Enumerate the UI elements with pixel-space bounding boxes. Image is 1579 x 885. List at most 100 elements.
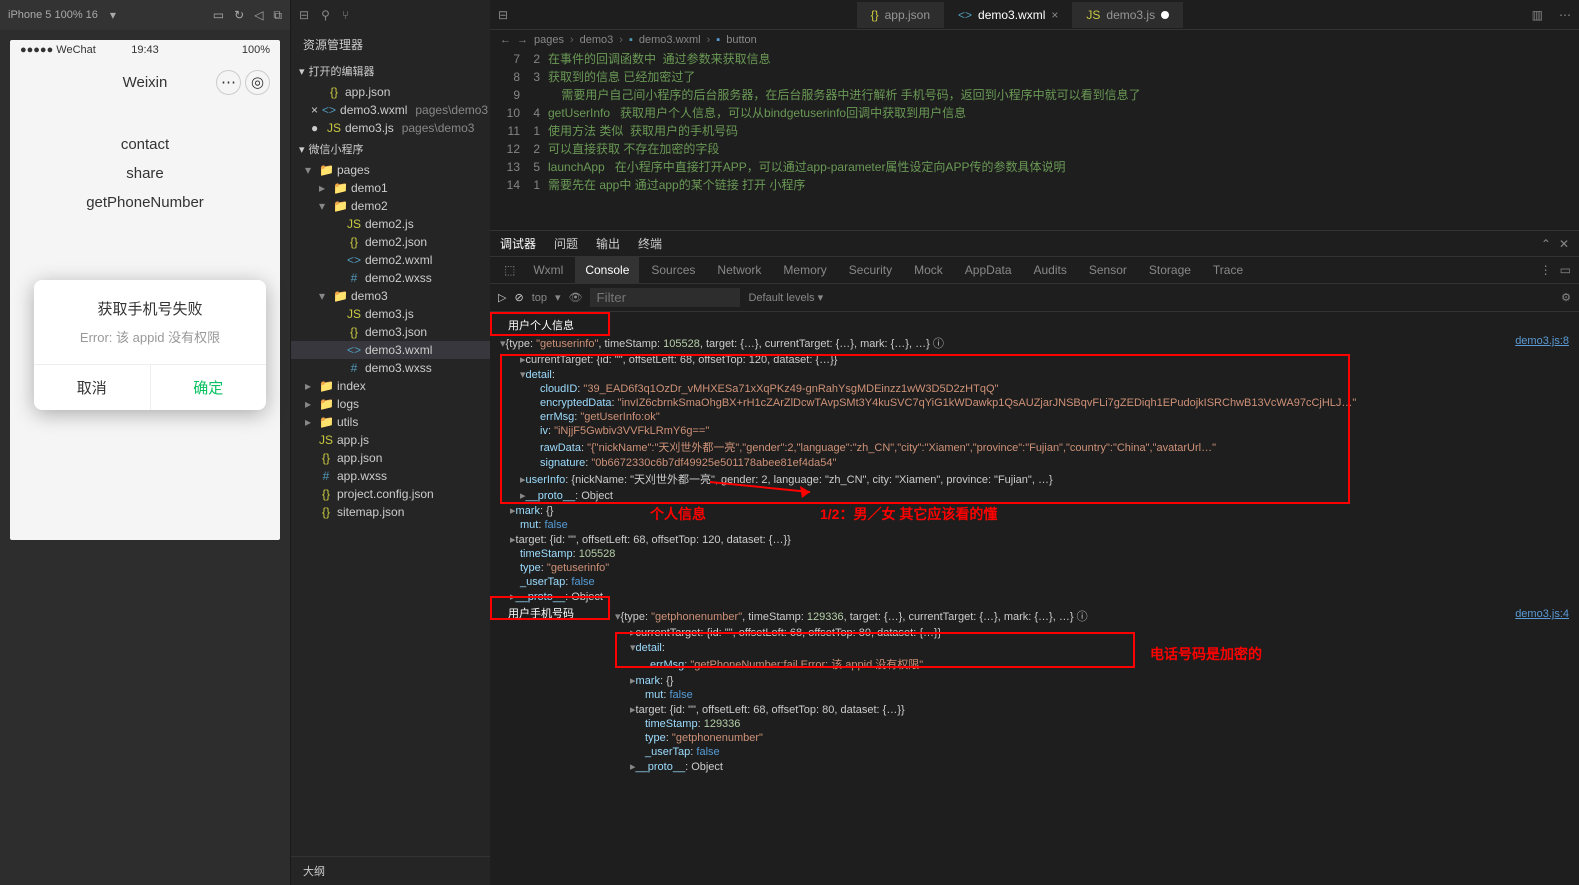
gear-icon[interactable]: ⚙ (1561, 291, 1571, 304)
open-editor-item[interactable]: {}app.json (291, 83, 490, 101)
editor-tab[interactable]: JSdemo3.js (1072, 2, 1183, 28)
editor-panel: ⊟ {}app.json<>demo3.wxml×JSdemo3.js ▥ ⋯ … (490, 0, 1579, 885)
error-modal: 获取手机号失败 Error: 该 appid 没有权限 取消 确定 (34, 280, 266, 410)
ok-button[interactable]: 确定 (151, 365, 267, 410)
branch-icon[interactable]: ⑂ (342, 8, 349, 22)
chevron-down-icon[interactable]: ▾ (110, 8, 116, 22)
tree-item[interactable]: <>demo3.wxml (291, 341, 490, 359)
collapse-icon[interactable]: ⊟ (299, 8, 309, 22)
sim-toolbar: iPhone 5 100% 16 ▾ ▭ ↻ ◁ ⧉ (0, 0, 290, 30)
share-button[interactable]: share (10, 165, 280, 182)
tab-debugger[interactable]: 调试器 (500, 235, 536, 252)
tree-item[interactable]: <>demo2.wxml (291, 251, 490, 269)
tree-item[interactable]: JSapp.js (291, 431, 490, 449)
log-label-userinfo: 用户个人信息 (490, 316, 1579, 334)
tree-item[interactable]: {}app.json (291, 449, 490, 467)
devtools-tab-trace[interactable]: Trace (1203, 257, 1253, 283)
play-icon[interactable]: ▷ (498, 291, 506, 304)
tab-output[interactable]: 输出 (596, 235, 620, 252)
chevron-up-icon[interactable]: ⌃ (1541, 237, 1551, 251)
tree-item[interactable]: ▸📁utils (291, 413, 490, 431)
modal-message: Error: 该 appid 没有权限 (34, 327, 266, 364)
battery-label: 100% (242, 44, 270, 56)
editor-menu-icon[interactable]: ⊟ (490, 8, 516, 22)
devtools-tab-storage[interactable]: Storage (1139, 257, 1201, 283)
open-editor-item[interactable]: ●JSdemo3.jspages\demo3 (291, 119, 490, 137)
nav-back-icon[interactable]: ← (500, 34, 511, 46)
inspect-icon[interactable]: ⬚ (498, 263, 521, 277)
tree-item[interactable]: {}project.config.json (291, 485, 490, 503)
time-label: 19:43 (131, 44, 159, 56)
capsule-menu-icon[interactable]: ⋯ (216, 70, 241, 95)
code-editor[interactable]: 72在事件的回调函数中 通过参数来获取信息83获取到的信息 已经加密过了9 需要… (490, 50, 1579, 230)
back-icon[interactable]: ◁ (254, 8, 263, 23)
devtools-tab-sources[interactable]: Sources (641, 257, 705, 283)
tree-item[interactable]: #demo3.wxss (291, 359, 490, 377)
rotate-icon[interactable]: ↻ (234, 8, 244, 23)
editor-tabs: {}app.json<>demo3.wxml×JSdemo3.js (857, 2, 1184, 28)
device-label[interactable]: iPhone 5 100% 16 (8, 9, 98, 21)
carrier-label: ●●●●● WeChat (20, 44, 96, 56)
filter-input[interactable] (590, 288, 740, 307)
cancel-button[interactable]: 取消 (34, 365, 151, 410)
dt-dock-icon[interactable]: ▭ (1560, 263, 1571, 277)
source-link[interactable]: demo3.js:8 (1515, 335, 1569, 347)
open-editor-item[interactable]: ×<>demo3.wxmlpages\demo3 (291, 101, 490, 119)
tree-item[interactable]: ▾📁demo2 (291, 197, 490, 215)
devtools-tab-console[interactable]: Console (575, 257, 639, 283)
eye-icon[interactable]: 👁 (569, 291, 583, 304)
split-icon[interactable]: ▥ (1524, 8, 1551, 22)
devtools-tab-sensor[interactable]: Sensor (1079, 257, 1137, 283)
tree-item[interactable]: ▸📁demo1 (291, 179, 490, 197)
tree-item[interactable]: ▸📁logs (291, 395, 490, 413)
project-section[interactable]: ▾微信小程序 (291, 137, 490, 161)
simulator-panel: iPhone 5 100% 16 ▾ ▭ ↻ ◁ ⧉ ●●●●● WeChat … (0, 0, 290, 885)
explorer-title: 资源管理器 (291, 30, 490, 59)
devtools-tabs: ⬚ WxmlConsoleSourcesNetworkMemorySecurit… (490, 257, 1579, 284)
modal-title: 获取手机号失败 (34, 280, 266, 327)
nav-fwd-icon[interactable]: → (517, 34, 528, 46)
devtools-tab-wxml[interactable]: Wxml (523, 257, 573, 283)
tree-item[interactable]: {}sitemap.json (291, 503, 490, 521)
tree-item[interactable]: ▾📁demo3 (291, 287, 490, 305)
source-link[interactable]: demo3.js:4 (1515, 608, 1569, 620)
tablet-icon[interactable]: ▭ (213, 8, 224, 23)
levels-select[interactable]: Default levels ▾ (748, 291, 823, 304)
tree-item[interactable]: {}demo3.json (291, 323, 490, 341)
getphone-button[interactable]: getPhoneNumber (10, 194, 280, 211)
tree-item[interactable]: ▾📁pages (291, 161, 490, 179)
devtools-tab-audits[interactable]: Audits (1024, 257, 1077, 283)
tree-item[interactable]: {}demo2.json (291, 233, 490, 251)
editor-tab[interactable]: {}app.json (857, 2, 944, 28)
nav-title: Weixin (123, 74, 168, 91)
dt-menu-icon[interactable]: ⋮ (1540, 263, 1552, 277)
outline-section[interactable]: 大纲 (291, 856, 490, 885)
tree-item[interactable]: JSdemo3.js (291, 305, 490, 323)
console-output[interactable]: 用户个人信息 ▾{type: "getuserinfo", timeStamp:… (490, 312, 1579, 885)
tree-item[interactable]: #app.wxss (291, 467, 490, 485)
file-tree: ▾📁pages▸📁demo1▾📁demo2JSdemo2.js{}demo2.j… (291, 161, 490, 856)
tree-item[interactable]: JSdemo2.js (291, 215, 490, 233)
tree-item[interactable]: #demo2.wxss (291, 269, 490, 287)
editor-tab[interactable]: <>demo3.wxml× (944, 2, 1072, 28)
context-select[interactable]: top (532, 292, 547, 304)
explorer-panel: ⊟ ⚲ ⑂ 资源管理器 ▾打开的编辑器 {}app.json×<>demo3.w… (290, 0, 490, 885)
devtools-tab-appdata[interactable]: AppData (955, 257, 1022, 283)
tab-terminal[interactable]: 终端 (638, 235, 662, 252)
devtools-tab-memory[interactable]: Memory (773, 257, 836, 283)
contact-button[interactable]: contact (10, 136, 280, 153)
tab-problems[interactable]: 问题 (554, 235, 578, 252)
open-editors-section[interactable]: ▾打开的编辑器 (291, 59, 490, 83)
windows-icon[interactable]: ⧉ (273, 8, 282, 23)
close-icon[interactable]: ✕ (1559, 237, 1569, 251)
clear-icon[interactable]: ⊘ (514, 291, 523, 304)
devtools-tab-network[interactable]: Network (707, 257, 771, 283)
tree-item[interactable]: ▸📁index (291, 377, 490, 395)
more-icon[interactable]: ⋯ (1551, 8, 1579, 22)
devtools-tab-mock[interactable]: Mock (904, 257, 953, 283)
breadcrumb: ← → pages› demo3› ▪demo3.wxml› ▪button (490, 30, 1579, 50)
capsule-close-icon[interactable]: ◎ (245, 70, 270, 95)
search-icon[interactable]: ⚲ (321, 8, 330, 22)
phone-screen: ●●●●● WeChat 19:43 100% Weixin ⋯ ◎ conta… (10, 40, 280, 540)
devtools-tab-security[interactable]: Security (839, 257, 902, 283)
